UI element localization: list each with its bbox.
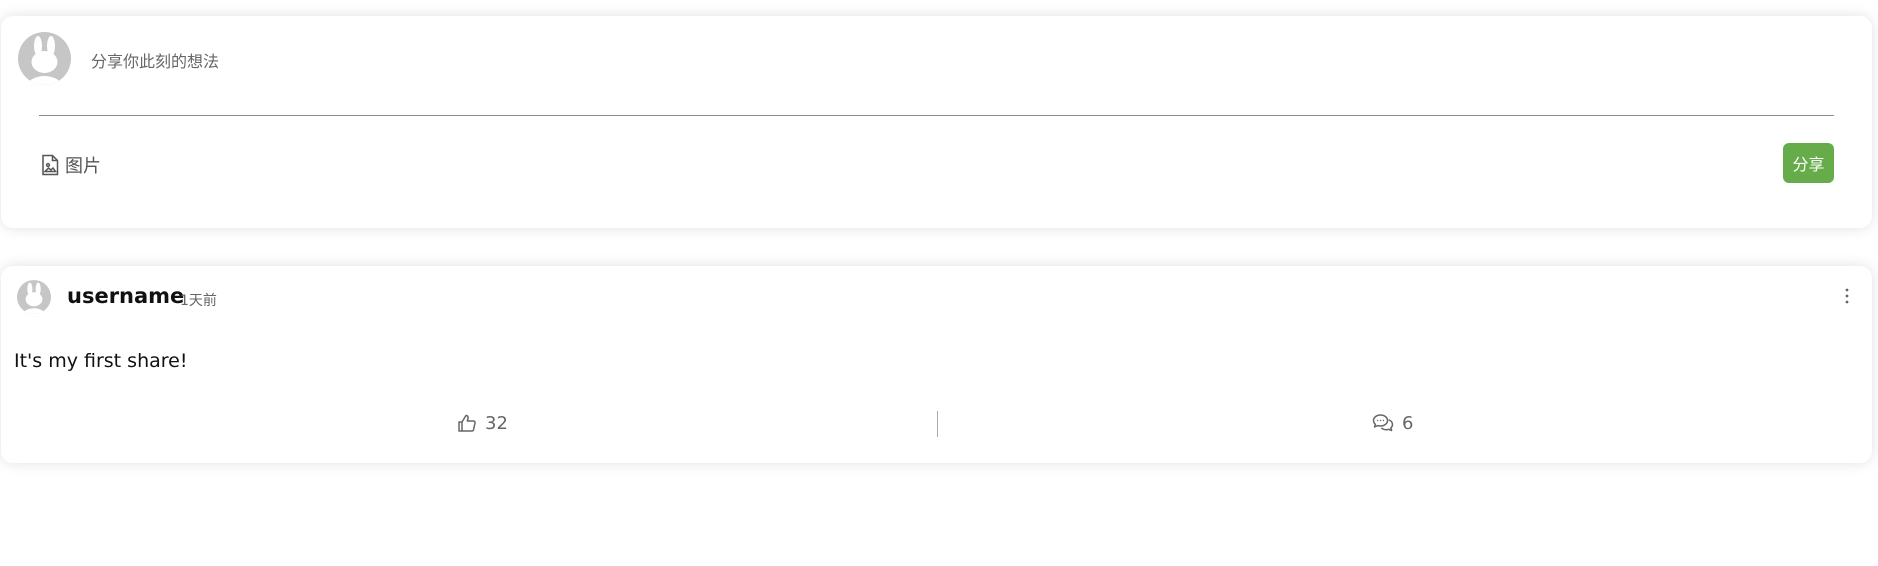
share-submit-button[interactable]: 分享 — [1783, 143, 1834, 183]
post-author-avatar[interactable] — [17, 280, 51, 314]
user-avatar — [18, 32, 71, 85]
add-image-button[interactable]: 图片 — [41, 152, 101, 178]
post-actions: 32 6 — [1, 408, 1872, 438]
post-username[interactable]: username — [67, 284, 184, 308]
post-card: username 1天前 It's my first share! 32 6 — [1, 266, 1872, 463]
rabbit-avatar-icon — [18, 32, 71, 85]
comment-button[interactable]: 6 — [1372, 408, 1413, 438]
actions-divider — [937, 411, 938, 437]
thumbs-up-icon — [458, 414, 476, 432]
like-button[interactable]: 32 — [457, 408, 508, 438]
post-more-button[interactable] — [1840, 286, 1854, 306]
comment-count: 6 — [1402, 412, 1414, 434]
like-count: 32 — [485, 412, 508, 434]
composer-divider — [39, 115, 1834, 116]
post-content: It's my first share! — [14, 350, 188, 372]
add-image-label: 图片 — [65, 156, 101, 177]
more-vertical-icon — [1845, 288, 1849, 304]
chat-bubbles-icon — [1372, 414, 1394, 432]
post-timestamp: 1天前 — [180, 293, 217, 309]
rabbit-avatar-icon — [17, 280, 51, 314]
share-input[interactable] — [91, 46, 1831, 76]
image-file-icon — [42, 154, 59, 176]
share-composer-card: 图片 分享 — [1, 16, 1872, 228]
